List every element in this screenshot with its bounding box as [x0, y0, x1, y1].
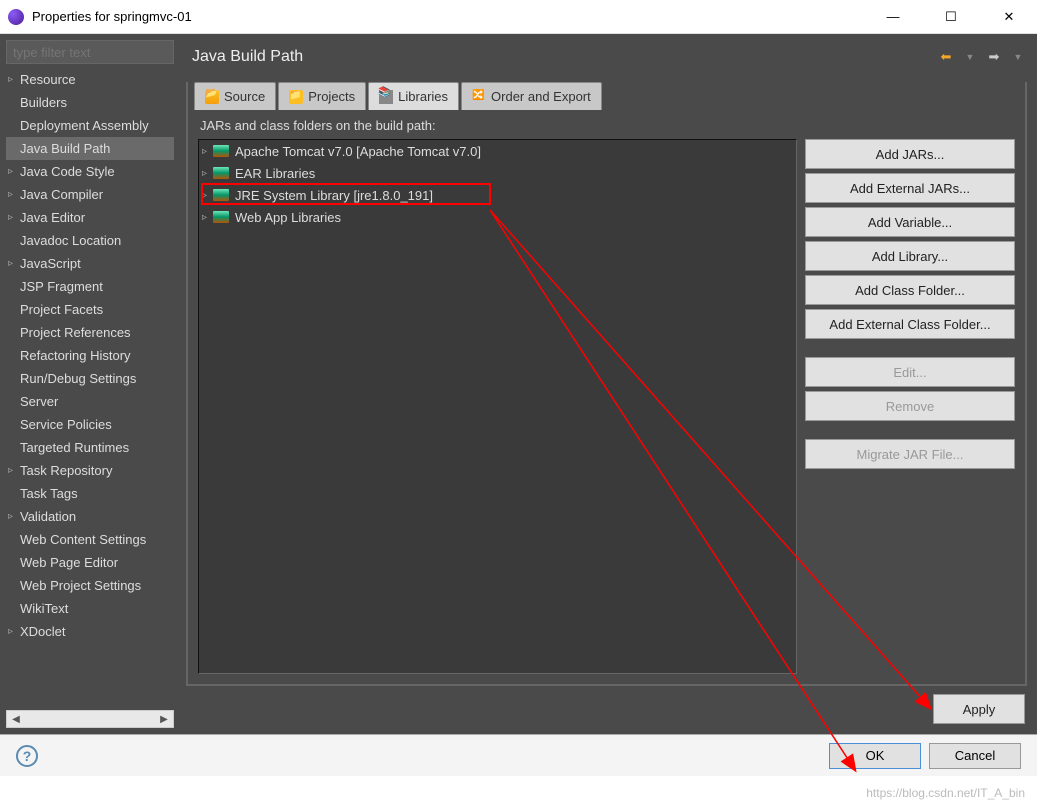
eclipse-icon [8, 9, 24, 25]
sidebar-item[interactable]: Validation [6, 505, 174, 528]
sidebar-item[interactable]: Java Build Path [6, 137, 174, 160]
tab-label: Source [224, 89, 265, 104]
sidebar-item[interactable]: Task Tags [6, 482, 174, 505]
window-title: Properties for springmvc-01 [32, 9, 873, 24]
sidebar-item[interactable]: Web Content Settings [6, 528, 174, 551]
library-icon [213, 189, 229, 201]
edit-button[interactable]: Edit... [805, 357, 1015, 387]
library-item[interactable]: Web App Libraries [199, 206, 796, 228]
projects-icon [289, 90, 303, 104]
help-button[interactable]: ? [16, 745, 38, 767]
tab-label: Projects [308, 89, 355, 104]
library-item[interactable]: EAR Libraries [199, 162, 796, 184]
library-icon [213, 145, 229, 157]
tab-libraries[interactable]: Libraries [368, 82, 459, 110]
sidebar-item[interactable]: Java Compiler [6, 183, 174, 206]
add-library-button[interactable]: Add Library... [805, 241, 1015, 271]
sidebar-item[interactable]: XDoclet [6, 620, 174, 643]
add-jars-button[interactable]: Add JARs... [805, 139, 1015, 169]
library-item[interactable]: Apache Tomcat v7.0 [Apache Tomcat v7.0] [199, 140, 796, 162]
libraries-icon [379, 90, 393, 104]
cancel-button[interactable]: Cancel [929, 743, 1021, 769]
scroll-right-icon[interactable]: ▶ [155, 711, 173, 727]
nav-back-icon[interactable]: ⬅ [937, 48, 955, 66]
scroll-left-icon[interactable]: ◀ [7, 711, 25, 727]
library-label: JRE System Library [jre1.8.0_191] [235, 188, 433, 203]
library-item[interactable]: JRE System Library [jre1.8.0_191] [199, 184, 796, 206]
sidebar-scrollbar[interactable]: ◀ ▶ [6, 710, 174, 728]
tab-source[interactable]: Source [194, 82, 276, 110]
sidebar-item[interactable]: Service Policies [6, 413, 174, 436]
sidebar-item[interactable]: Java Code Style [6, 160, 174, 183]
sidebar-item[interactable]: Web Page Editor [6, 551, 174, 574]
add-external-class-folder-button[interactable]: Add External Class Folder... [805, 309, 1015, 339]
close-button[interactable]: ✕ [989, 3, 1029, 31]
maximize-button[interactable]: ☐ [931, 3, 971, 31]
tab-order-export[interactable]: Order and Export [461, 82, 602, 110]
panel-description: JARs and class folders on the build path… [188, 110, 1025, 139]
sidebar-item[interactable]: Task Repository [6, 459, 174, 482]
sidebar-item[interactable]: Deployment Assembly [6, 114, 174, 137]
nav-forward-icon[interactable]: ➡ [985, 48, 1003, 66]
tab-label: Libraries [398, 89, 448, 104]
tab-bar: Source Projects Libraries Order and Expo… [188, 82, 1025, 110]
sidebar: ResourceBuildersDeployment AssemblyJava … [0, 34, 180, 734]
migrate-jar-button[interactable]: Migrate JAR File... [805, 439, 1015, 469]
page-title: Java Build Path [186, 48, 937, 66]
library-icon [213, 211, 229, 223]
dialog-footer: ? OK Cancel [0, 734, 1037, 776]
library-label: Web App Libraries [235, 210, 341, 225]
sidebar-item[interactable]: JSP Fragment [6, 275, 174, 298]
libraries-tree[interactable]: Apache Tomcat v7.0 [Apache Tomcat v7.0] E… [198, 139, 797, 674]
sidebar-item[interactable]: Resource [6, 68, 174, 91]
tab-label: Order and Export [491, 89, 591, 104]
nav-history: ⬅ ▼ ➡ ▼ [937, 48, 1027, 66]
nav-back-dropdown-icon[interactable]: ▼ [961, 48, 979, 66]
sidebar-item[interactable]: Builders [6, 91, 174, 114]
add-variable-button[interactable]: Add Variable... [805, 207, 1015, 237]
remove-button[interactable]: Remove [805, 391, 1015, 421]
main-panel: Java Build Path ⬅ ▼ ➡ ▼ Source Projects [180, 34, 1037, 734]
order-icon [472, 90, 486, 104]
sidebar-item[interactable]: WikiText [6, 597, 174, 620]
sidebar-item[interactable]: Project References [6, 321, 174, 344]
minimize-button[interactable]: — [873, 3, 913, 31]
sidebar-item[interactable]: Refactoring History [6, 344, 174, 367]
sidebar-item[interactable]: Project Facets [6, 298, 174, 321]
category-tree[interactable]: ResourceBuildersDeployment AssemblyJava … [6, 68, 174, 710]
sidebar-item[interactable]: Web Project Settings [6, 574, 174, 597]
sidebar-item[interactable]: Java Editor [6, 206, 174, 229]
sidebar-item[interactable]: JavaScript [6, 252, 174, 275]
sidebar-item[interactable]: Server [6, 390, 174, 413]
sidebar-item[interactable]: Run/Debug Settings [6, 367, 174, 390]
sidebar-item[interactable]: Javadoc Location [6, 229, 174, 252]
ok-button[interactable]: OK [829, 743, 921, 769]
apply-button[interactable]: Apply [933, 694, 1025, 724]
watermark: https://blog.csdn.net/IT_A_bin [866, 786, 1025, 800]
add-class-folder-button[interactable]: Add Class Folder... [805, 275, 1015, 305]
source-icon [205, 90, 219, 104]
title-bar: Properties for springmvc-01 — ☐ ✕ [0, 0, 1037, 34]
add-external-jars-button[interactable]: Add External JARs... [805, 173, 1015, 203]
sidebar-item[interactable]: Targeted Runtimes [6, 436, 174, 459]
library-icon [213, 167, 229, 179]
filter-input[interactable] [6, 40, 174, 64]
nav-forward-dropdown-icon[interactable]: ▼ [1009, 48, 1027, 66]
tab-projects[interactable]: Projects [278, 82, 366, 110]
library-label: EAR Libraries [235, 166, 315, 181]
library-label: Apache Tomcat v7.0 [Apache Tomcat v7.0] [235, 144, 481, 159]
